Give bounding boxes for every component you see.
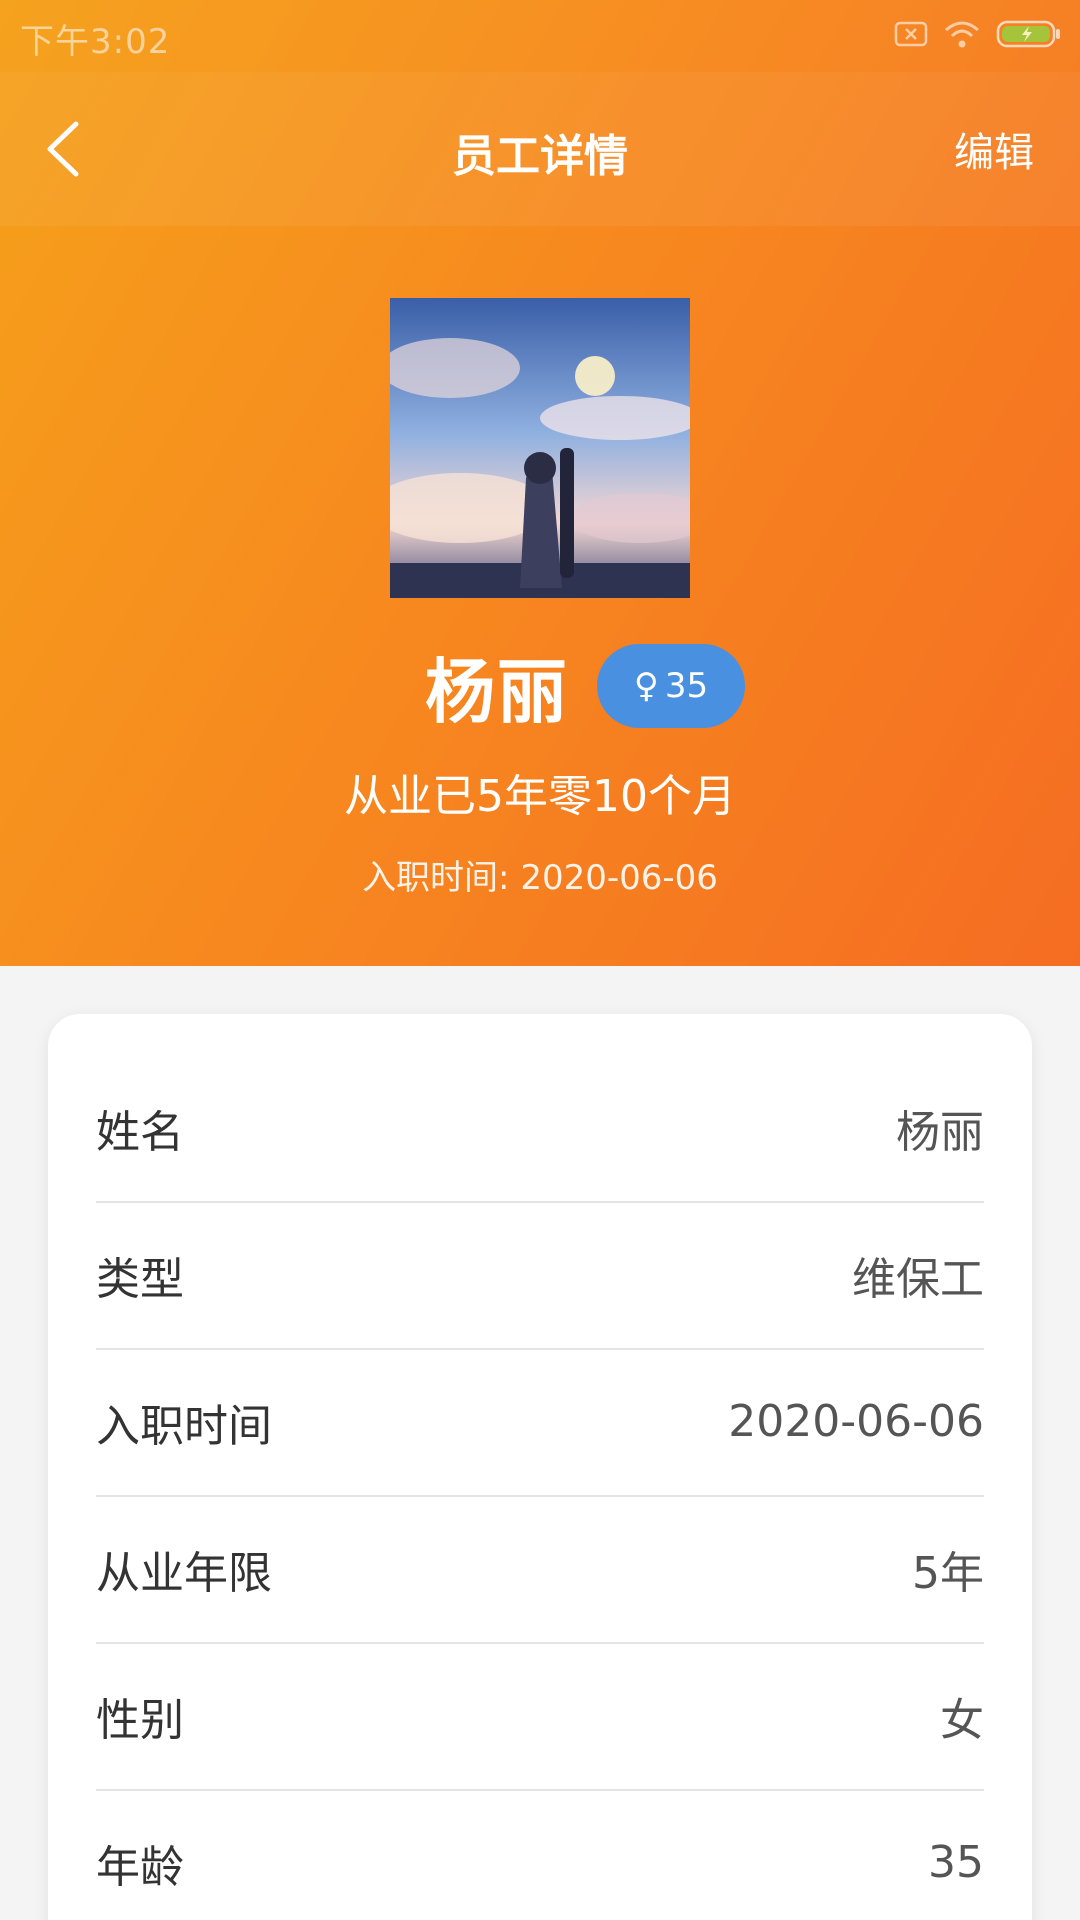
career-duration: 从业已5年零10个月 — [344, 771, 736, 822]
detail-row-type: 类型 维保工 — [96, 1201, 984, 1350]
detail-row-age: 年龄 35 — [96, 1789, 984, 1920]
details-card: 姓名 杨丽 类型 维保工 入职时间 2020-06-06 从业年限 5年 性别 … — [48, 1014, 1032, 1920]
row-label: 类型 — [96, 1253, 184, 1305]
row-value: 2020-06-06 — [728, 1396, 984, 1447]
row-value: 5年 — [912, 1547, 984, 1599]
gender-age-badge: ♀ 35 — [597, 644, 745, 728]
name-row: 杨丽 ♀ 35 — [0, 640, 1080, 733]
row-value: 35 — [928, 1837, 984, 1888]
navigation-bar: 员工详情 编辑 — [0, 72, 1080, 226]
status-bar: 下午3:02 — [0, 0, 1080, 72]
row-label: 从业年限 — [96, 1547, 272, 1599]
row-label: 入职时间 — [96, 1400, 272, 1452]
row-label: 姓名 — [96, 1106, 184, 1158]
sim-off-icon — [894, 19, 928, 53]
row-value: 杨丽 — [896, 1106, 984, 1158]
row-label: 性别 — [96, 1694, 184, 1746]
employee-name: 杨丽 — [425, 650, 569, 733]
page-title: 员工详情 — [452, 131, 628, 182]
female-icon: ♀ — [633, 666, 659, 706]
status-time: 下午3:02 — [20, 22, 171, 62]
age-value: 35 — [664, 666, 709, 706]
employee-detail-screen: 下午3:02 员工详情 编辑 杨丽 ♀ 35 从业已5年零10个月 入职时间: … — [0, 0, 1080, 1920]
join-date: 入职时间: 2020-06-06 — [362, 858, 718, 898]
battery-charging-icon — [996, 18, 1062, 54]
status-icons — [894, 18, 1062, 54]
edit-button[interactable]: 编辑 — [954, 120, 1034, 178]
row-label: 年龄 — [96, 1841, 184, 1893]
row-value: 女 — [940, 1694, 984, 1746]
detail-row-years: 从业年限 5年 — [96, 1495, 984, 1644]
detail-row-join-date: 入职时间 2020-06-06 — [96, 1348, 984, 1497]
avatar[interactable] — [390, 298, 690, 598]
wifi-icon — [942, 18, 982, 54]
row-value: 维保工 — [852, 1253, 984, 1305]
detail-row-gender: 性别 女 — [96, 1642, 984, 1791]
profile-header: 下午3:02 员工详情 编辑 杨丽 ♀ 35 从业已5年零10个月 入职时间: … — [0, 0, 1080, 966]
detail-row-name: 姓名 杨丽 — [96, 1054, 984, 1203]
